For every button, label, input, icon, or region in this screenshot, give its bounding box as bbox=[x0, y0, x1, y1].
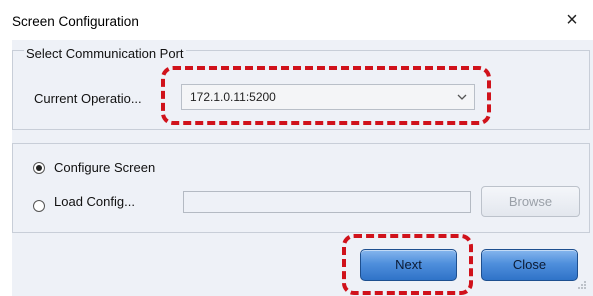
close-button[interactable]: Close bbox=[481, 249, 578, 281]
resize-grip-icon[interactable] bbox=[577, 280, 587, 290]
communication-port-group-title: Select Communication Port bbox=[24, 46, 186, 61]
next-button[interactable]: Next bbox=[360, 249, 457, 281]
config-path-input[interactable] bbox=[183, 191, 471, 213]
configure-screen-label[interactable]: Configure Screen bbox=[54, 160, 155, 175]
port-dropdown-value: 172.1.0.11:5200 bbox=[190, 90, 276, 104]
load-config-label[interactable]: Load Config... bbox=[54, 194, 135, 209]
current-operation-label: Current Operatio... bbox=[34, 91, 142, 106]
window-title: Screen Configuration bbox=[12, 14, 139, 29]
browse-button[interactable]: Browse bbox=[481, 186, 580, 217]
title-bar: Screen Configuration × bbox=[0, 0, 593, 40]
port-dropdown[interactable]: 172.1.0.11:5200 bbox=[181, 84, 475, 110]
chevron-down-icon bbox=[457, 94, 467, 100]
configure-screen-radio[interactable] bbox=[33, 162, 45, 174]
close-icon[interactable]: × bbox=[561, 9, 583, 31]
load-config-radio[interactable] bbox=[33, 200, 45, 212]
